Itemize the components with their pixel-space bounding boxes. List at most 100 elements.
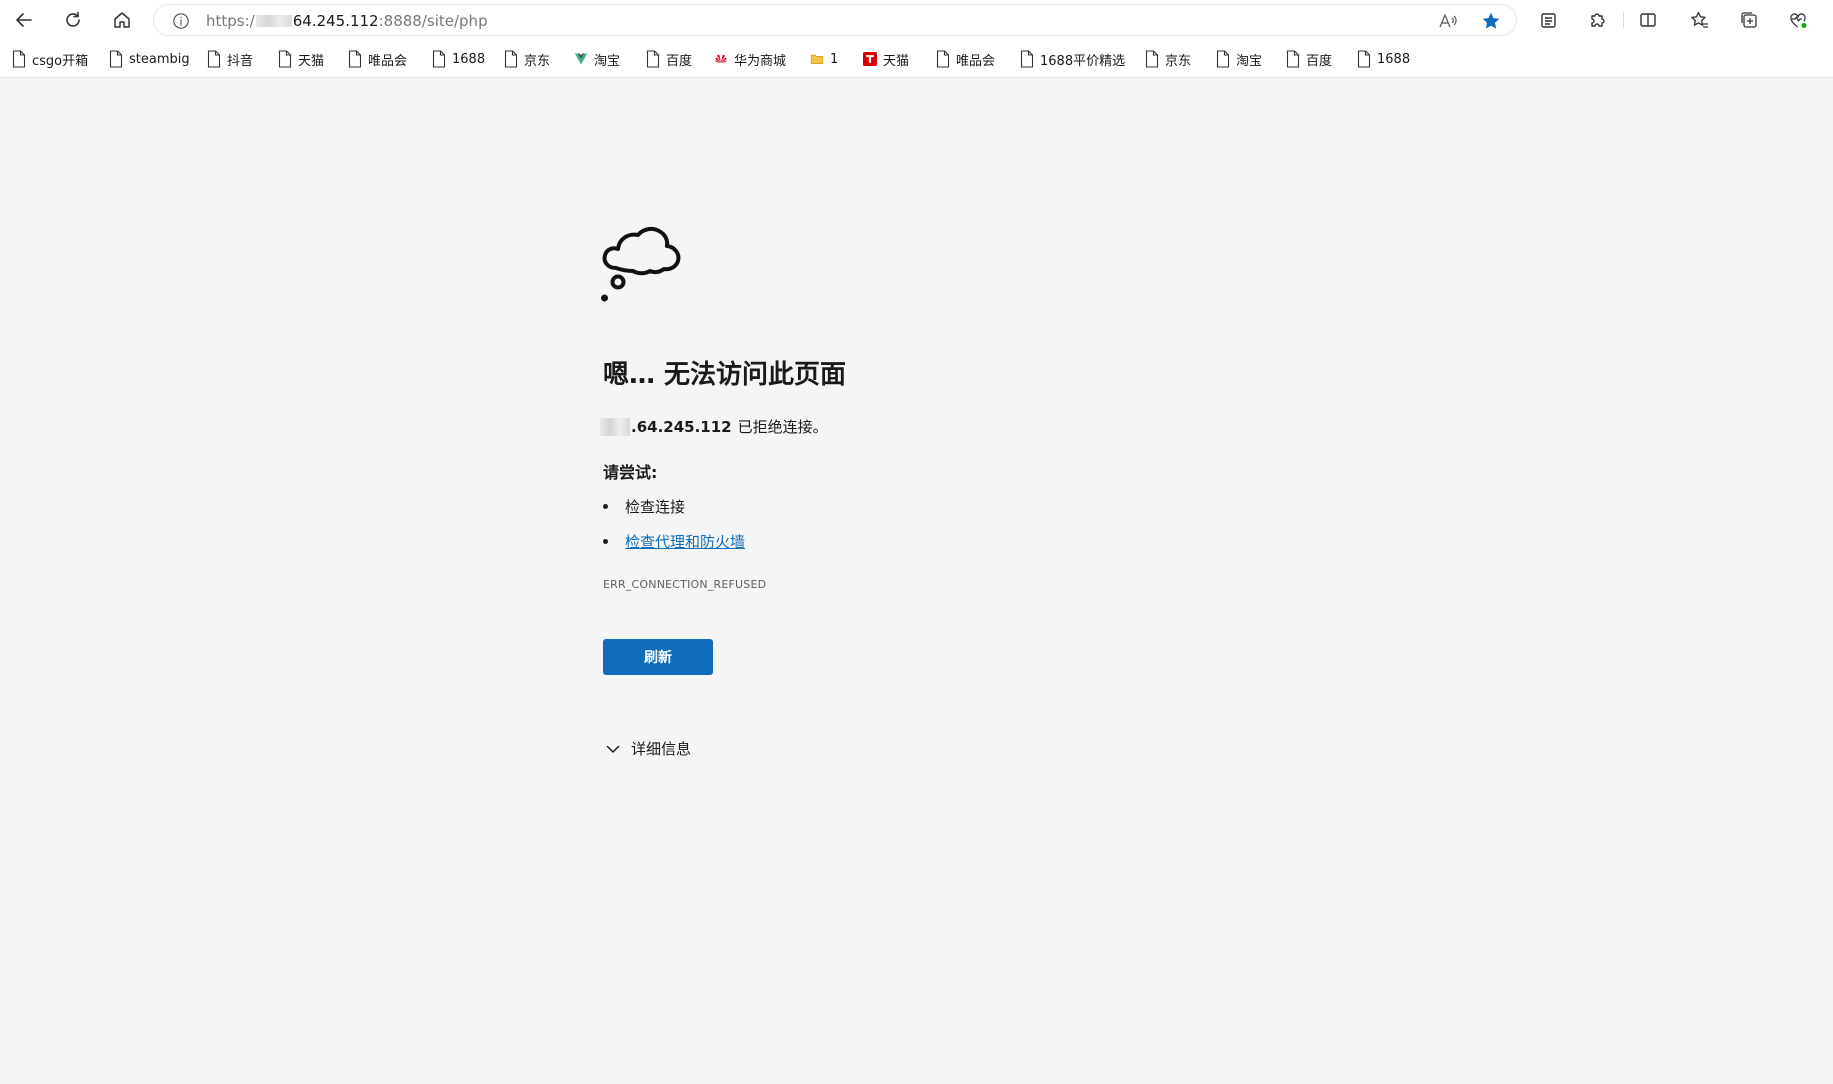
bookmark-label: 华为商城 <box>734 53 787 69</box>
extensions-button[interactable] <box>1582 4 1614 36</box>
page-icon <box>936 50 950 68</box>
heart-pulse-icon <box>1790 13 1808 29</box>
suggestion-text: 检查连接 <box>625 498 686 516</box>
bookmark-baidu[interactable]: 百度 <box>646 50 693 69</box>
page-icon <box>1216 50 1230 68</box>
home-button[interactable] <box>106 4 138 36</box>
favorites-icon <box>1691 11 1708 28</box>
refused-host: .64.245.112 <box>631 417 732 436</box>
page-icon <box>646 50 660 68</box>
bookmark-label: 天猫 <box>298 53 325 69</box>
details-label: 详细信息 <box>631 740 692 758</box>
page-icon <box>1020 50 1034 68</box>
home-icon <box>114 12 130 28</box>
bookmark-1688[interactable]: 1688 <box>432 50 485 68</box>
error-code: ERR_CONNECTION_REFUSED <box>603 578 767 591</box>
chevron-down-icon <box>606 745 620 753</box>
vue-logo-icon <box>574 53 588 65</box>
page-icon <box>278 50 292 68</box>
page-icon <box>207 50 221 68</box>
bookmark-label: 唯品会 <box>956 53 996 69</box>
bookmark-csgo[interactable]: csgo开箱 <box>12 50 89 69</box>
try-heading: 请尝试: <box>603 463 658 482</box>
bookmark-taobao-vue[interactable]: 淘宝 <box>574 50 621 69</box>
read-aloud-icon[interactable] <box>1438 12 1458 30</box>
bookmark-label: steambig <box>129 51 190 67</box>
bookmark-jd[interactable]: 京东 <box>504 50 551 69</box>
refused-message: .64.245.112 已拒绝连接。 <box>600 416 828 437</box>
address-bar[interactable]: https:/ 64.245.112 :8888/site/php <box>153 4 1517 36</box>
bookmark-taobao-2[interactable]: 淘宝 <box>1216 50 1263 69</box>
details-toggle[interactable]: 详细信息 <box>605 738 691 759</box>
bullet <box>603 539 608 544</box>
bookmark-label: 1688 <box>1377 51 1411 67</box>
bookmark-douyin[interactable]: 抖音 <box>207 50 254 69</box>
url-text[interactable]: https:/ 64.245.112 :8888/site/php <box>206 12 488 30</box>
error-title: 嗯… 无法访问此页面 <box>603 360 847 390</box>
info-icon[interactable] <box>172 12 190 30</box>
redacted-ip-prefix <box>255 15 292 27</box>
huawei-logo-icon <box>715 54 727 63</box>
bookmark-label: 1 <box>830 51 839 67</box>
bookmark-baidu-2[interactable]: 百度 <box>1286 50 1333 69</box>
refresh-button[interactable] <box>57 4 89 36</box>
back-button[interactable] <box>8 4 40 36</box>
page-icon <box>12 50 26 68</box>
suggestion-check-proxy: 检查代理和防火墙 <box>603 531 745 552</box>
url-host: 64.245.112 <box>292 12 379 30</box>
page-icon <box>1357 50 1371 68</box>
tmall-logo-icon <box>863 52 877 66</box>
tab-icon <box>1541 13 1556 28</box>
bookmark-label: 抖音 <box>227 53 254 69</box>
bookmark-label: 唯品会 <box>368 53 408 69</box>
bookmark-label: 京东 <box>524 53 551 69</box>
collections-button[interactable] <box>1733 4 1765 36</box>
page-icon <box>504 50 518 68</box>
collections-icon <box>1741 12 1757 28</box>
browser-toolbar: https:/ 64.245.112 :8888/site/php <box>0 0 1833 40</box>
thought-cloud-icon <box>601 226 681 302</box>
refresh-page-button[interactable]: 刷新 <box>603 639 713 675</box>
page-icon <box>1286 50 1300 68</box>
bookmarks-bar: csgo开箱 steambig 抖音 天猫 唯品会 1688 京东 淘宝 百度 <box>0 40 1833 78</box>
bookmark-steambig[interactable]: steambig <box>109 50 190 68</box>
redacted-ip-prefix <box>600 417 630 436</box>
bookmark-label: 百度 <box>666 53 693 69</box>
bookmark-label: 百度 <box>1306 53 1333 69</box>
favorites-button[interactable] <box>1684 4 1716 36</box>
split-screen-icon <box>1640 13 1656 27</box>
arrow-left-icon <box>16 13 32 27</box>
bookmark-jd-2[interactable]: 京东 <box>1145 50 1192 69</box>
refused-text: 已拒绝连接。 <box>737 418 828 436</box>
toolbar-divider <box>1623 12 1624 28</box>
browser-essentials-button[interactable] <box>1782 4 1814 36</box>
folder-icon <box>810 54 824 64</box>
bookmark-1688-select[interactable]: 1688平价精选 <box>1020 50 1126 69</box>
refresh-icon <box>66 11 80 27</box>
url-protocol: https:/ <box>206 12 255 30</box>
bookmark-tmall-logo[interactable]: 天猫 <box>863 50 910 69</box>
bookmark-tmall[interactable]: 天猫 <box>278 50 325 69</box>
bookmark-vip-2[interactable]: 唯品会 <box>936 50 996 69</box>
bookmark-label: 天猫 <box>883 53 910 69</box>
bookmark-label: 淘宝 <box>594 53 621 69</box>
bookmark-label: 淘宝 <box>1236 53 1263 69</box>
bookmark-label: 京东 <box>1165 53 1192 69</box>
bookmark-1688-2[interactable]: 1688 <box>1357 50 1410 68</box>
star-filled-icon[interactable] <box>1481 11 1501 31</box>
bookmark-label: 1688平价精选 <box>1040 53 1126 69</box>
split-screen-button[interactable] <box>1632 4 1664 36</box>
page-icon <box>432 50 446 68</box>
suggestion-check-connection: 检查连接 <box>603 496 685 517</box>
bookmark-vip[interactable]: 唯品会 <box>348 50 408 69</box>
page-icon <box>109 50 123 68</box>
puzzle-icon <box>1591 13 1605 27</box>
check-proxy-firewall-link[interactable]: 检查代理和防火墙 <box>625 531 745 552</box>
bookmark-label: csgo开箱 <box>32 53 89 69</box>
bookmark-huawei[interactable]: 华为商城 <box>714 50 787 69</box>
url-path: :8888/site/php <box>378 12 488 30</box>
tab-actions-button[interactable] <box>1533 4 1565 36</box>
bullet <box>603 504 608 509</box>
bookmark-folder-1[interactable]: 1 <box>810 50 838 68</box>
page-icon <box>348 50 362 68</box>
